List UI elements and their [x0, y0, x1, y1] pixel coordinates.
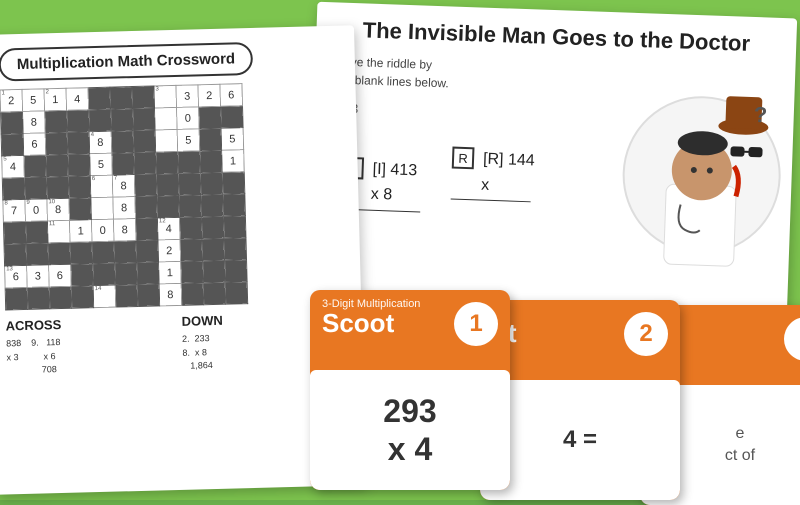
cell: 12	[0, 89, 23, 112]
cell: 54	[2, 155, 25, 178]
cell: 5	[221, 128, 244, 151]
cell: 1	[222, 150, 245, 173]
cell: 8	[113, 219, 136, 242]
cell: 6	[49, 264, 72, 287]
math-block-R: R [R] 144 x	[451, 143, 536, 203]
cell-black	[110, 87, 133, 110]
cell: 14	[93, 285, 116, 308]
cell	[91, 197, 114, 220]
math-I-value: [I] 413	[372, 160, 417, 179]
cell-black	[88, 87, 111, 110]
crossword-grid-container: 12 5 21 4 3 3 2 6 8	[0, 80, 351, 310]
across-clues: ACROSS 838 9. 118 x 3 x 6 708	[5, 314, 173, 378]
cell: 3	[176, 85, 199, 108]
scoot-cards-container: 3 3 ect of ns ot 2 4 = 3-Digit Multiplic…	[310, 270, 800, 490]
card-1-content: 293 x 4	[310, 370, 510, 490]
scoot-card-2[interactable]: ns ot 2 4 =	[480, 300, 680, 500]
scoot-card-1[interactable]: 3-Digit Multiplication Scoot 1 293 x 4	[310, 290, 510, 490]
cell: 78	[112, 175, 135, 198]
cell	[155, 107, 178, 130]
cell: 0	[177, 107, 200, 130]
card-1-badge: 1	[454, 302, 498, 346]
cell: 8	[113, 197, 136, 220]
cell: 108	[47, 198, 70, 221]
cell: 3	[154, 85, 177, 108]
cell: 124	[157, 217, 180, 240]
cell: 48	[89, 131, 112, 154]
card-2-badge: 2	[624, 312, 668, 356]
cell	[155, 129, 178, 152]
cell-black	[132, 86, 155, 109]
cell: 90	[25, 199, 48, 222]
cell: 136	[5, 265, 28, 288]
cell: 21	[44, 88, 67, 111]
cell: 2	[158, 239, 181, 262]
doctor-illustration: ?	[618, 63, 786, 293]
cell: 87	[3, 199, 26, 222]
cell: 5	[177, 129, 200, 152]
math-R-value: [R] 144	[483, 151, 535, 170]
cell: 11	[47, 220, 70, 243]
cell: 1	[69, 220, 92, 243]
cell: 3	[27, 265, 50, 288]
cell: 4	[66, 88, 89, 111]
cell: 6	[220, 84, 243, 107]
cell: 6	[90, 175, 113, 198]
cell: 6	[23, 133, 46, 156]
cell: 0	[91, 219, 114, 242]
cell: 5	[90, 153, 113, 176]
cell: 5	[22, 89, 45, 112]
cell: 2	[198, 84, 221, 107]
cell: 1	[159, 261, 182, 284]
letter-R-badge: R	[452, 147, 475, 170]
cell: 8	[23, 111, 46, 134]
crossword-clues: ACROSS 838 9. 118 x 3 x 6 708 DOWN 2. 23…	[1, 309, 352, 378]
cell: 8	[159, 283, 182, 306]
across-header: ACROSS	[5, 314, 171, 333]
svg-text:?: ?	[753, 102, 767, 127]
card-2-content: 4 =	[480, 380, 680, 500]
crossword-title: Multiplication Math Crossword	[0, 42, 254, 82]
crossword-grid: 12 5 21 4 3 3 2 6 8	[0, 83, 248, 310]
